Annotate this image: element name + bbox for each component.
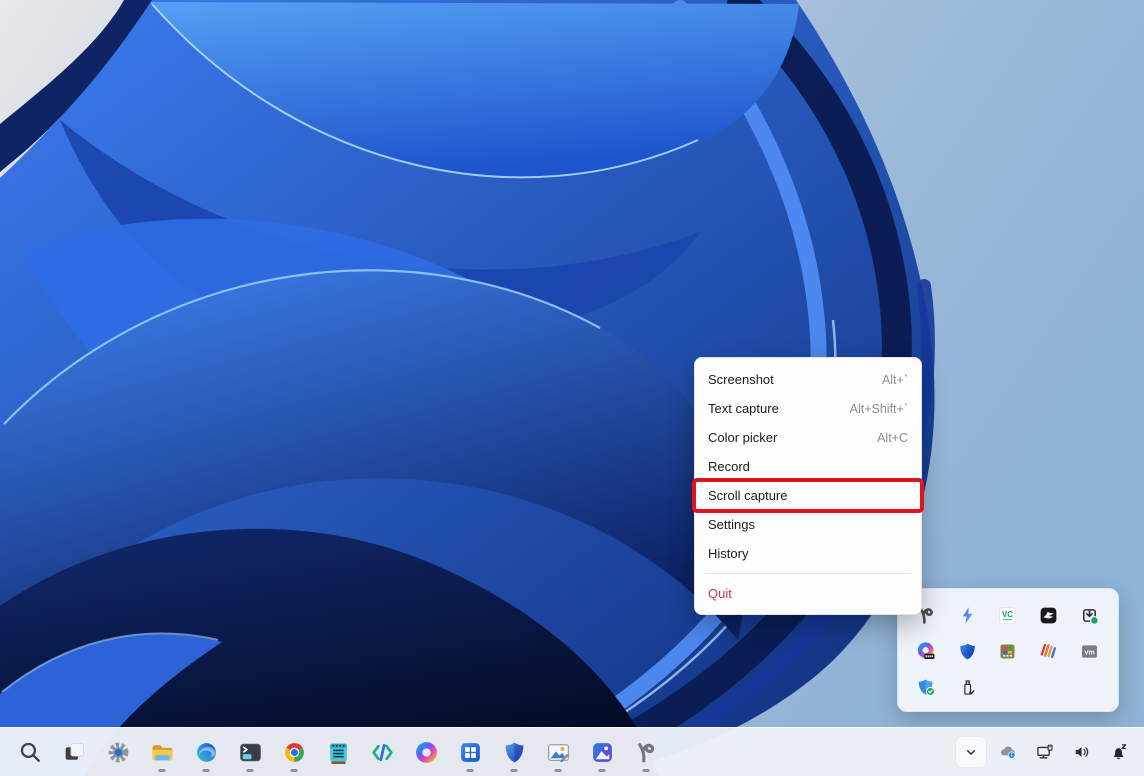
tray-usb-icon[interactable] [947,677,988,698]
tray-eagle-icon[interactable] [1028,605,1069,626]
tray-stripes-icon[interactable] [1028,641,1069,662]
chrome-browser-icon [282,740,307,765]
tray-volume-button[interactable] [1067,737,1097,767]
shield-check-icon [916,677,937,698]
usb-safely-remove-icon [957,677,978,698]
menu-item-quit[interactable]: Quit [695,579,921,608]
volume-icon [1072,742,1092,762]
taskbar-dev-home-button[interactable] [360,730,404,774]
taskbar-image-editor-button[interactable] [536,730,580,774]
taskbar-search-button[interactable] [8,730,52,774]
menu-item-label: Quit [708,586,732,601]
desktop: VC [0,0,1144,776]
folder-icon [150,740,175,765]
menu-item-shortcut: Alt+Shift+` [850,402,908,416]
tray-defender-icon[interactable] [947,641,988,662]
system-tray [956,728,1134,776]
tray-overflow-popup: VC [897,588,1119,712]
tray-chevron-button[interactable] [956,737,986,767]
vmware-icon: vm [1079,641,1100,662]
menu-item-label: History [708,546,748,561]
menu-item-history[interactable]: History [695,539,921,568]
menu-item-text-capture[interactable]: Text capture Alt+Shift+` [695,394,921,423]
menu-item-label: Scroll capture [708,488,787,503]
menu-item-scroll-capture[interactable]: Scroll capture [695,481,921,510]
taskbar-hook-app-button[interactable] [624,730,668,774]
menu-item-label: Text capture [708,401,779,416]
download-tray-icon [1079,605,1100,626]
taskbar-photos-button[interactable] [580,730,624,774]
taskbar-file-explorer-button[interactable] [140,730,184,774]
menu-item-color-picker[interactable]: Color picker Alt+C [695,423,921,452]
search-icon [18,740,43,765]
menu-separator [705,573,911,574]
tray-onedrive-button[interactable] [993,737,1023,767]
taskbar-terminal-button[interactable] [228,730,272,774]
tray-lightning-icon[interactable] [947,605,988,626]
taskbar-chrome-button[interactable] [272,730,316,774]
tray-copilot-icon[interactable] [906,641,947,662]
screenshot-app-context-menu: Screenshot Alt+` Text capture Alt+Shift+… [694,357,922,615]
tray-network-button[interactable] [1030,737,1060,767]
vc-icon: VC [997,605,1018,626]
copilot-badged-icon [916,641,937,662]
defender-shield-icon [957,641,978,662]
tray-vmware-icon[interactable]: vm [1069,641,1110,662]
taskbar-settings-button[interactable] [96,730,140,774]
menu-item-label: Record [708,459,750,474]
onedrive-cloud-icon [998,742,1018,762]
menu-item-settings[interactable]: Settings [695,510,921,539]
notification-bell-dnd-icon [1109,742,1129,762]
lightning-icon [957,605,978,626]
edge-browser-icon [194,740,219,765]
eagle-icon [1038,605,1059,626]
taskbar [0,727,1144,776]
taskbar-shield-app-button[interactable] [492,730,536,774]
menu-item-label: Color picker [708,430,777,445]
chevron-down-icon [961,742,981,762]
notepad-icon [326,740,351,765]
taskbar-edge-button[interactable] [184,730,228,774]
gear-icon [106,740,131,765]
taskbar-notepad-button[interactable] [316,730,360,774]
tray-shield-check-icon[interactable] [906,677,947,698]
shield-icon [502,740,527,765]
tray-notification-bell-button[interactable] [1104,737,1134,767]
image-edit-icon [546,740,571,765]
taskbar-app-icons [0,730,668,774]
taskbar-app-grid-button[interactable] [448,730,492,774]
ethernet-network-icon [1035,742,1055,762]
terminal-icon [238,740,263,765]
menu-item-record[interactable]: Record [695,452,921,481]
menu-item-screenshot[interactable]: Screenshot Alt+` [695,365,921,394]
vc-label: VC [1003,609,1014,618]
hook-icon [634,740,659,765]
photos-icon [590,740,615,765]
task-view-icon [62,740,87,765]
taskbar-task-view-button[interactable] [52,730,96,774]
menu-item-label: Settings [708,517,755,532]
tray-powertoys-icon[interactable] [988,641,1029,662]
window-grid-icon [458,740,483,765]
powertoys-icon [997,641,1018,662]
copilot-icon [414,740,439,765]
menu-item-shortcut: Alt+C [877,431,908,445]
menu-item-label: Screenshot [708,372,774,387]
color-stripes-icon [1038,641,1059,662]
tray-download-icon[interactable] [1069,605,1110,626]
code-brackets-icon [370,740,395,765]
vmware-label: vm [1085,649,1095,656]
tray-vc-icon[interactable]: VC [988,605,1029,626]
taskbar-copilot-button[interactable] [404,730,448,774]
menu-item-shortcut: Alt+` [882,373,908,387]
